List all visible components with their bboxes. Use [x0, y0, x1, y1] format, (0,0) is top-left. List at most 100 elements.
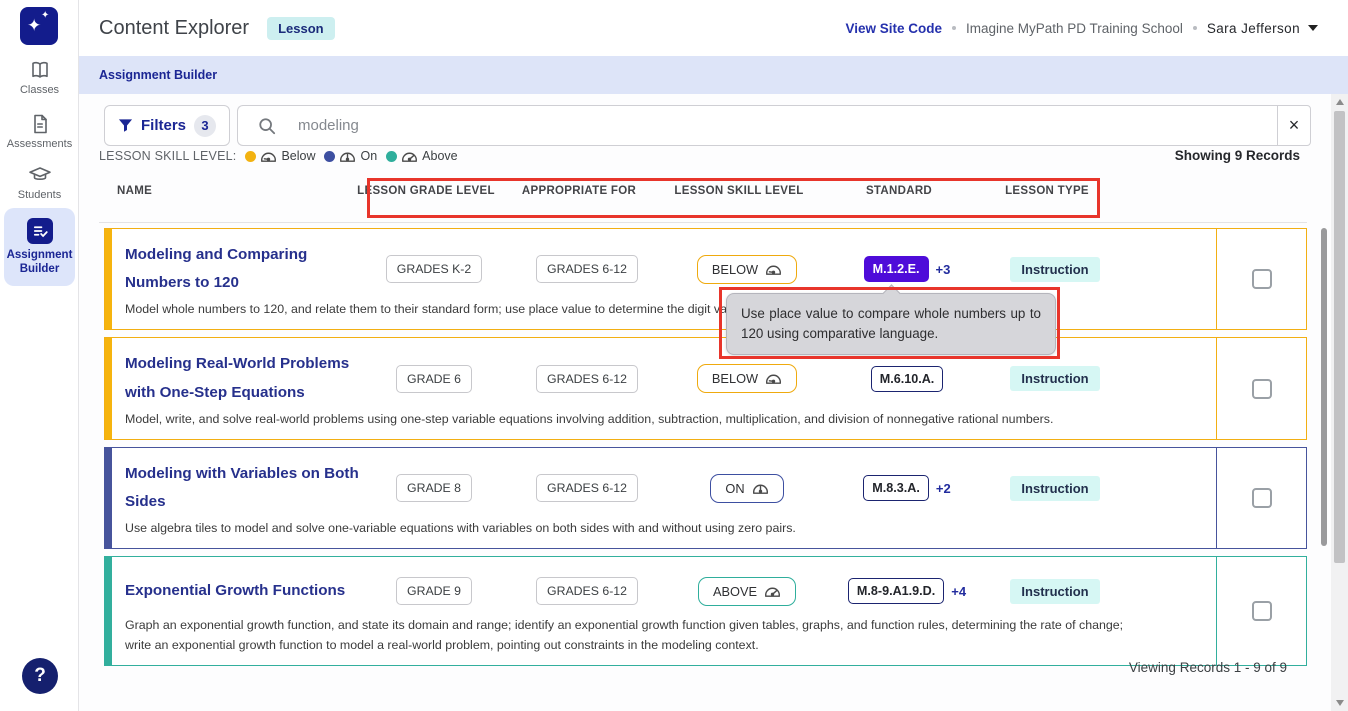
- standard-badge[interactable]: M.6.10.A.: [871, 366, 944, 392]
- grade-level-pill: GRADES K-2: [386, 255, 482, 283]
- clear-search-button[interactable]: ×: [1277, 105, 1311, 146]
- row-checkbox[interactable]: [1252, 488, 1272, 508]
- lesson-type-badge: Instruction: [1010, 257, 1099, 282]
- scroll-down-icon[interactable]: [1336, 700, 1344, 706]
- above-dot-icon: [386, 151, 397, 162]
- close-icon: ×: [1289, 115, 1300, 136]
- sparkle-icon: ✦: [41, 10, 49, 21]
- standard-extra-count[interactable]: +4: [951, 584, 966, 599]
- skill-level-label: ON: [725, 481, 744, 496]
- gauge-below-icon: [765, 263, 782, 276]
- app-logo[interactable]: ✦ ✦: [20, 7, 58, 45]
- search-box[interactable]: [237, 105, 1277, 146]
- skill-level-legend: LESSON SKILL LEVEL: Below On Above: [99, 149, 458, 163]
- grade-level-pill: GRADE 6: [396, 365, 472, 393]
- tab-assignment-builder[interactable]: Assignment Builder: [99, 68, 217, 82]
- help-label: ?: [34, 665, 46, 687]
- appropriate-for-pill: GRADES 6-12: [536, 474, 638, 502]
- standard-badge[interactable]: M.8.3.A.: [863, 475, 929, 501]
- lesson-title-link[interactable]: Exponential Growth Functions: [125, 577, 345, 605]
- row-checkbox[interactable]: [1252, 269, 1272, 289]
- legend-item-label: On: [360, 149, 377, 163]
- skill-level-pill: BELOW: [697, 364, 797, 393]
- gauge-on-icon: [752, 482, 769, 495]
- appropriate-for-pill: GRADES 6-12: [536, 577, 638, 605]
- standard-badge[interactable]: M.8-9.A1.9.D.: [848, 578, 944, 604]
- grade-level-pill: GRADE 9: [396, 577, 472, 605]
- filters-count-badge: 3: [194, 115, 216, 137]
- legend-item-above: Above: [386, 149, 457, 163]
- lesson-list: Modeling and Comparing Numbers to 120 GR…: [104, 228, 1307, 673]
- column-header-appropriate-for: APPROPRIATE FOR: [501, 185, 657, 197]
- page-scrollbar[interactable]: [1331, 94, 1348, 711]
- sidebar: ✦ ✦ Classes Assessments Students: [0, 0, 79, 711]
- gauge-on-icon: [339, 150, 356, 163]
- school-name: Imagine MyPath PD Training School: [966, 21, 1183, 36]
- lesson-type-badge: Instruction: [1010, 579, 1099, 604]
- search-bar: ×: [237, 105, 1311, 146]
- lesson-type-badge: Instruction: [1010, 366, 1099, 391]
- grade-level-pill: GRADE 8: [396, 474, 472, 502]
- list-scrollbar-thumb[interactable]: [1321, 228, 1327, 546]
- gauge-below-icon: [765, 372, 782, 385]
- user-name: Sara Jefferson: [1207, 21, 1300, 36]
- sidebar-item-assessments[interactable]: Assessments: [0, 112, 79, 150]
- sparkle-icon: ✦: [27, 16, 41, 36]
- standard-tooltip: Use place value to compare whole numbers…: [726, 293, 1056, 355]
- appropriate-for-pill: GRADES 6-12: [536, 365, 638, 393]
- row-checkbox[interactable]: [1252, 379, 1272, 399]
- standard-extra-count[interactable]: +2: [936, 481, 951, 496]
- table-row: Modeling Real-World Problems with One-St…: [104, 337, 1307, 439]
- dot-separator: [952, 26, 956, 30]
- tabbar: Assignment Builder: [79, 56, 1348, 94]
- view-site-code-link[interactable]: View Site Code: [845, 21, 942, 36]
- scroll-up-icon[interactable]: [1336, 99, 1344, 105]
- gauge-above-icon: [401, 150, 418, 163]
- checkbox-cell: [1216, 448, 1306, 548]
- standard-badge[interactable]: M.1.2.E.: [864, 256, 929, 282]
- row-accent-bar: [105, 338, 112, 438]
- legend-item-below: Below: [245, 149, 315, 163]
- skill-level-pill: BELOW: [697, 255, 797, 284]
- search-input[interactable]: [298, 117, 1277, 134]
- sidebar-item-assignment-builder[interactable]: Assignment Builder: [4, 208, 75, 286]
- lesson-description: Graph an exponential growth function, an…: [112, 616, 1152, 654]
- help-button[interactable]: ?: [22, 658, 58, 694]
- lesson-title-link[interactable]: Modeling Real-World Problems with One-St…: [125, 350, 359, 406]
- lesson-description: Model, write, and solve real-world probl…: [112, 410, 1152, 429]
- lesson-title-link[interactable]: Modeling and Comparing Numbers to 120: [125, 241, 359, 297]
- chevron-down-icon: [1308, 25, 1318, 31]
- legend-item-on: On: [324, 149, 377, 163]
- sidebar-item-label: Classes: [20, 84, 59, 96]
- sidebar-item-classes[interactable]: Classes: [0, 58, 79, 96]
- scrollbar-thumb[interactable]: [1334, 111, 1345, 563]
- column-header-lesson-type: LESSON TYPE: [977, 185, 1117, 197]
- table-row: Exponential Growth Functions GRADE 9 GRA…: [104, 556, 1307, 665]
- sidebar-item-students[interactable]: Students: [0, 163, 79, 201]
- book-icon: [28, 58, 52, 82]
- lesson-title-link[interactable]: Modeling with Variables on Both Sides: [125, 460, 359, 516]
- table-header-row: NAME LESSON GRADE LEVEL APPROPRIATE FOR …: [104, 185, 1307, 197]
- skill-level-label: BELOW: [712, 262, 758, 277]
- tooltip-text: Use place value to compare whole numbers…: [741, 306, 1041, 341]
- legend-item-label: Above: [422, 149, 457, 163]
- search-icon: [258, 117, 276, 135]
- row-accent-bar: [105, 557, 112, 664]
- column-header-grade-level: LESSON GRADE LEVEL: [351, 185, 501, 197]
- skill-level-label: ABOVE: [713, 584, 757, 599]
- row-accent-bar: [105, 229, 112, 329]
- topbar-right: View Site Code Imagine MyPath PD Trainin…: [845, 0, 1318, 56]
- filter-funnel-icon: [118, 118, 133, 133]
- checkbox-cell: [1216, 229, 1306, 329]
- table-row: Modeling with Variables on Both Sides GR…: [104, 447, 1307, 549]
- standard-extra-count[interactable]: +3: [936, 262, 951, 277]
- user-menu[interactable]: Sara Jefferson: [1207, 21, 1318, 36]
- filters-label: Filters: [141, 117, 186, 134]
- divider: [99, 222, 1307, 223]
- gauge-above-icon: [764, 585, 781, 598]
- document-icon: [28, 112, 52, 136]
- column-header-standard: STANDARD: [821, 185, 977, 197]
- legend-label: LESSON SKILL LEVEL:: [99, 149, 236, 163]
- row-checkbox[interactable]: [1252, 601, 1272, 621]
- filters-button[interactable]: Filters 3: [104, 105, 230, 146]
